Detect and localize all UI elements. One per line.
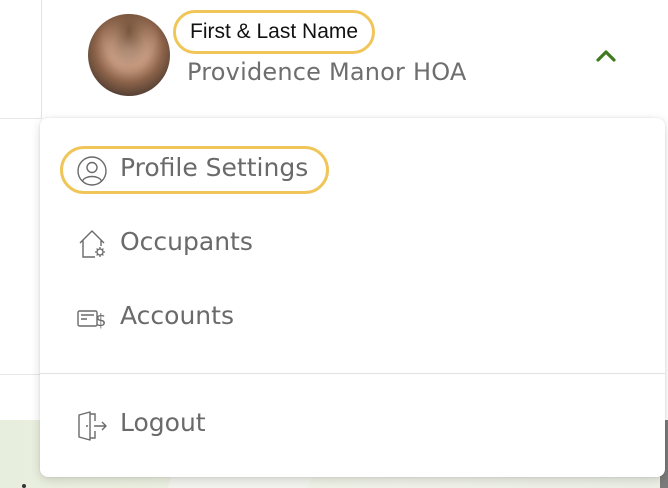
menu-item-label: Accounts bbox=[120, 301, 234, 330]
menu-item-profile-settings[interactable]: Profile Settings bbox=[40, 140, 665, 200]
background-divider bbox=[0, 118, 42, 119]
house-gear-icon bbox=[79, 230, 105, 258]
menu-item-label: Occupants bbox=[120, 227, 253, 256]
menu-item-label: Logout bbox=[120, 408, 206, 437]
logout-door-icon bbox=[78, 411, 107, 441]
menu-item-accounts[interactable]: $ Accounts bbox=[40, 288, 665, 348]
organization-name: Providence Manor HOA bbox=[187, 58, 467, 86]
menu-divider bbox=[40, 373, 665, 374]
account-dropdown-menu: Profile Settings Occupants $ Accounts Lo… bbox=[40, 118, 665, 477]
background-map-marker bbox=[22, 484, 26, 488]
bill-dollar-icon: $ bbox=[77, 310, 107, 331]
background-left-panel bbox=[0, 0, 42, 374]
menu-item-occupants[interactable]: Occupants bbox=[40, 214, 665, 274]
user-name-highlight: First & Last Name bbox=[173, 10, 376, 54]
user-circle-icon bbox=[77, 156, 107, 186]
menu-item-label: Profile Settings bbox=[120, 153, 309, 182]
avatar-photo-shading bbox=[88, 14, 170, 96]
svg-text:$: $ bbox=[96, 311, 107, 331]
chevron-up-icon[interactable] bbox=[595, 45, 617, 67]
user-name: First & Last Name bbox=[190, 20, 359, 43]
menu-item-logout[interactable]: Logout bbox=[40, 395, 665, 455]
background-divider bbox=[0, 374, 42, 375]
